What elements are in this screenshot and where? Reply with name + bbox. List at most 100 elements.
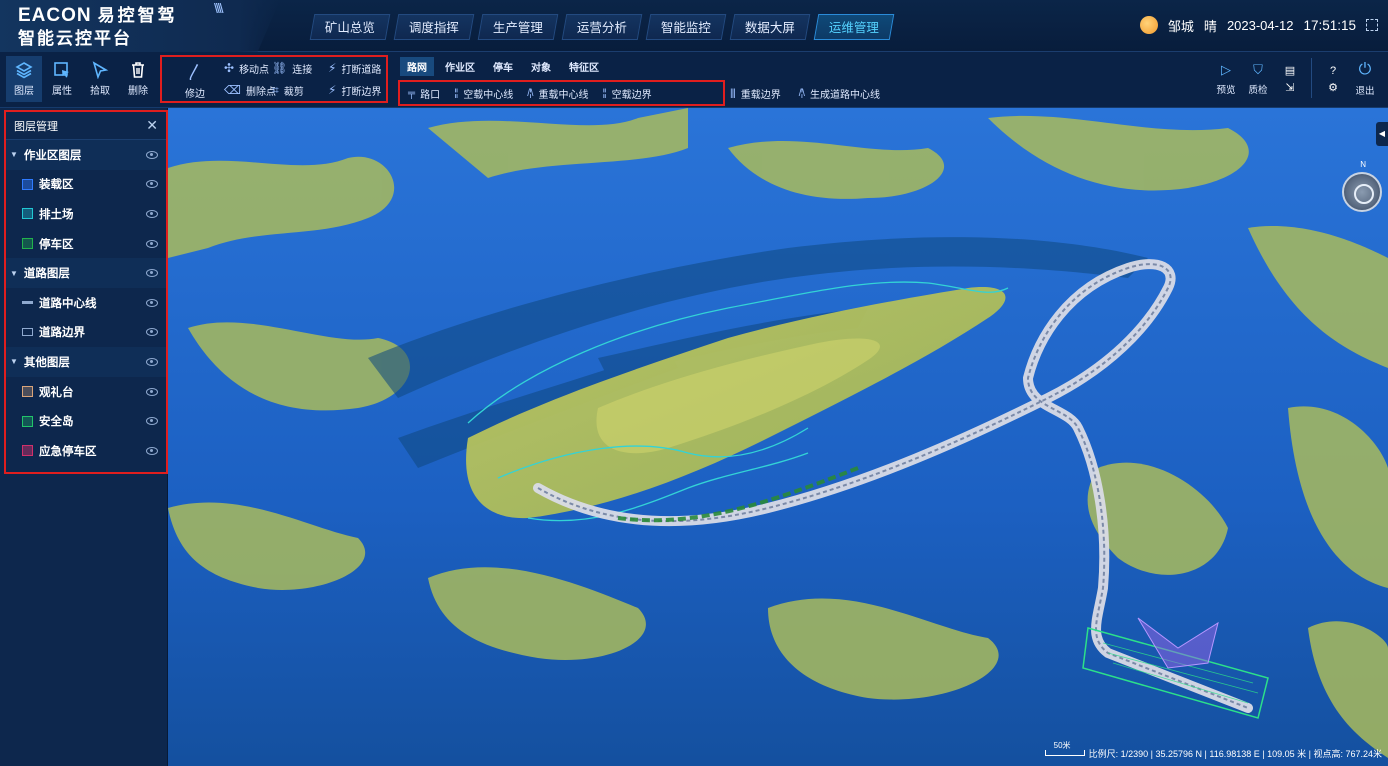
loading-area-swatch bbox=[22, 178, 33, 190]
main-tools: 图层 属性 拾取 删除 bbox=[6, 56, 156, 102]
play-icon: ▷ bbox=[1221, 62, 1231, 77]
layers-icon bbox=[15, 62, 33, 79]
preview-button[interactable]: ▷ 预览 bbox=[1211, 58, 1241, 100]
cursor-icon bbox=[92, 61, 109, 79]
delete-button[interactable]: 删除 bbox=[120, 56, 156, 102]
generate-centerline-button[interactable]: /¦\ 生成道路中心线 bbox=[799, 86, 880, 101]
break-border-button[interactable]: ⚡ 打断边界 bbox=[328, 83, 394, 98]
eye-icon[interactable] bbox=[146, 180, 158, 189]
intersection-icon: ╤ bbox=[408, 87, 415, 99]
eye-icon[interactable] bbox=[146, 446, 158, 455]
close-icon[interactable]: ✕ bbox=[146, 117, 158, 134]
brand-en: EACON bbox=[18, 5, 92, 26]
toolbar-divider bbox=[1311, 58, 1312, 98]
save-icon: ▤ bbox=[1284, 65, 1296, 77]
crop-button[interactable]: ⌗ 裁剪 bbox=[272, 83, 328, 98]
eye-icon[interactable] bbox=[146, 357, 158, 366]
terrain-map[interactable] bbox=[168, 108, 1388, 766]
eye-icon[interactable] bbox=[146, 239, 158, 248]
clock: 17:51:15 bbox=[1303, 17, 1356, 33]
layer-group-work-area[interactable]: ▼ 作业区图层 bbox=[6, 140, 166, 170]
city: 邹城 bbox=[1167, 18, 1194, 34]
eye-icon[interactable] bbox=[146, 387, 158, 396]
move-icon: ✣ bbox=[224, 61, 235, 75]
top-header: EACON 易控智驾 智能云控平台 \\\\ 矿山总览 调度指挥 生产管理 运营分… bbox=[0, 0, 1388, 52]
tab-production[interactable]: 生产管理 bbox=[477, 14, 559, 40]
connect-button[interactable]: ⛓ 连接 bbox=[272, 61, 328, 76]
layer-item-road-border[interactable]: 道路边界 bbox=[6, 318, 166, 348]
fullscreen-icon[interactable] bbox=[1366, 19, 1378, 31]
loaded-border-button[interactable]: ||| 重载边界 bbox=[730, 86, 781, 101]
power-icon: ⏻ bbox=[1358, 61, 1372, 78]
empty-centerline-button[interactable]: ¦¦ 空载中心线 bbox=[454, 86, 513, 101]
eye-icon[interactable] bbox=[146, 417, 158, 426]
layer-item-road-centerline[interactable]: 道路中心线 bbox=[6, 288, 166, 318]
eye-icon[interactable] bbox=[146, 269, 158, 278]
road-icon: /¦\ bbox=[527, 87, 533, 99]
tab-monitoring[interactable]: 智能监控 bbox=[645, 14, 727, 40]
viewing-stand-swatch bbox=[22, 386, 33, 398]
eye-icon[interactable] bbox=[146, 328, 158, 337]
eye-icon[interactable] bbox=[146, 209, 158, 218]
road-tools-extra: ||| 重载边界 /¦\ 生成道路中心线 bbox=[730, 80, 880, 106]
exit-button[interactable]: ⏻ 退出 bbox=[1350, 58, 1380, 100]
edit-edge-button[interactable]: 〳修边 bbox=[166, 58, 224, 100]
layer-panel-title: 图层管理 bbox=[14, 120, 58, 133]
empty-border-button[interactable]: ¦¦ 空载边界 bbox=[602, 86, 651, 101]
layer-item-viewing-stand[interactable]: 观礼台 bbox=[6, 377, 166, 407]
layer-group-road[interactable]: ▼ 道路图层 bbox=[6, 258, 166, 288]
break-border-icon: ⚡ bbox=[328, 83, 337, 97]
status-bar: 邹城 晴 2023-04-12 17:51:15 bbox=[1139, 14, 1378, 36]
layer-item-emergency-parking[interactable]: 应急停车区 bbox=[6, 436, 166, 466]
link-icon: ⛓ bbox=[272, 61, 288, 75]
pick-button[interactable]: 拾取 bbox=[82, 56, 118, 102]
layer-item-parking-area[interactable]: 停车区 bbox=[6, 229, 166, 259]
tab-objects[interactable]: 对象 bbox=[524, 57, 558, 76]
date: 2023-04-12 bbox=[1226, 17, 1294, 33]
caret-down-icon[interactable]: ▼ bbox=[10, 150, 18, 159]
tab-maintenance[interactable]: 运维管理 bbox=[813, 14, 895, 40]
delete-point-button[interactable]: ⌫ 删除点 bbox=[224, 83, 276, 98]
layer-item-loading-area[interactable]: 装载区 bbox=[6, 170, 166, 200]
tab-road-network[interactable]: 路网 bbox=[400, 57, 434, 76]
layer-group-other[interactable]: ▼ 其他图层 bbox=[6, 347, 166, 377]
move-point-button[interactable]: ✣ 移动点 bbox=[224, 61, 272, 76]
loaded-centerline-button[interactable]: /¦\ 重载中心线 bbox=[527, 86, 588, 101]
edit-tools-group: ✣ 移动点 〳修边 ⛓ 连接 ⚡ 打断道路 ⌫ 删除点 ⌗ 裁剪 ⚡ 打断边界 bbox=[160, 55, 388, 103]
parking-area-swatch bbox=[22, 238, 33, 250]
weather: 晴 bbox=[1203, 18, 1217, 34]
road-icon: /¦\ bbox=[798, 87, 805, 99]
quality-check-button[interactable]: ⛉ 质检 bbox=[1243, 58, 1273, 100]
layer-item-dump-site[interactable]: 排土场 bbox=[6, 199, 166, 229]
logo: EACON 易控智驾 智能云控平台 \\\\ bbox=[0, 0, 280, 52]
caret-down-icon[interactable]: ▼ bbox=[10, 357, 18, 366]
tab-parking[interactable]: 停车 bbox=[486, 57, 520, 76]
map-coordinates: 比例尺: 1/2390 | 35.25796 N | 116.98138 E |… bbox=[1088, 748, 1382, 759]
caret-down-icon[interactable]: ▼ bbox=[10, 269, 18, 278]
help-settings-button[interactable]: ? ⚙ bbox=[1318, 58, 1348, 100]
crop-icon: ⌗ bbox=[272, 82, 279, 97]
intersection-button[interactable]: ╤ 路口 bbox=[408, 86, 440, 101]
layer-panel-header: 图层管理 ✕ bbox=[6, 112, 166, 140]
centerline-icon: ¦¦ bbox=[454, 87, 458, 99]
road-tabs: 路网 作业区 停车 对象 特征区 bbox=[400, 57, 606, 76]
tab-mine-overview[interactable]: 矿山总览 bbox=[309, 14, 391, 40]
layer-item-safety-island[interactable]: 安全岛 bbox=[6, 406, 166, 436]
compass-north-label: N bbox=[1360, 160, 1366, 169]
tab-work-area[interactable]: 作业区 bbox=[438, 57, 482, 76]
panel-toggle-button[interactable]: ◀ bbox=[1376, 122, 1388, 146]
properties-button[interactable]: 属性 bbox=[44, 56, 80, 102]
trash-icon bbox=[132, 62, 144, 78]
map-view[interactable]: ◀ N 50米 比例尺: 1/2390 | 35.25796 N | 116.9… bbox=[168, 108, 1388, 766]
layers-button[interactable]: 图层 bbox=[6, 56, 42, 102]
save-export-button[interactable]: ▤ ⇲ bbox=[1275, 58, 1305, 100]
road-centerline-swatch bbox=[22, 301, 33, 305]
eye-icon[interactable] bbox=[146, 298, 158, 307]
break-road-button[interactable]: ⚡ 打断道路 bbox=[328, 61, 394, 76]
tab-dashboard[interactable]: 数据大屏 bbox=[729, 14, 811, 40]
compass-icon[interactable] bbox=[1342, 172, 1382, 212]
tab-dispatch[interactable]: 调度指挥 bbox=[393, 14, 475, 40]
tab-analysis[interactable]: 运营分析 bbox=[561, 14, 643, 40]
eye-icon[interactable] bbox=[146, 150, 158, 159]
tab-feature-area[interactable]: 特征区 bbox=[562, 57, 606, 76]
